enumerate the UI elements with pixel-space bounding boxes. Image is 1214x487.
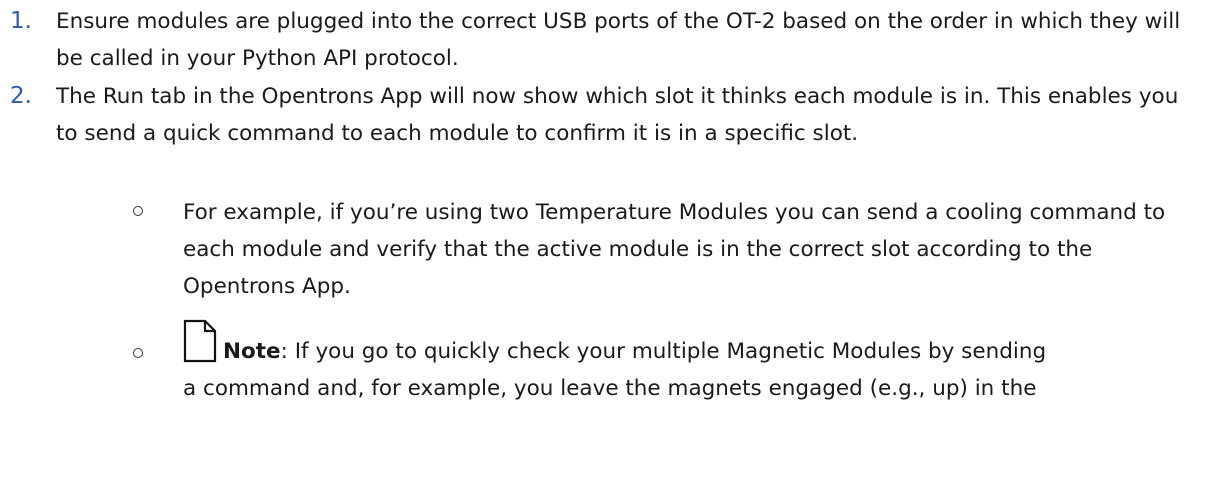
list-number: 2.	[10, 83, 32, 109]
sub-list-item-text: For example, if you’re using two Tempera…	[183, 200, 1166, 299]
hollow-bullet-icon	[133, 348, 143, 358]
note-document-icon	[183, 319, 217, 363]
list-item-text: The Run tab in the Opentrons App will no…	[56, 84, 1179, 146]
sub-list-item-example: For example, if you’re using two Tempera…	[133, 194, 1203, 305]
note-text: : If you go to quickly check your multip…	[280, 339, 1047, 364]
note-first-line: Note: If you go to quickly check your mu…	[223, 333, 1203, 370]
hollow-bullet-icon	[133, 206, 143, 216]
list-number: 1.	[10, 8, 32, 34]
list-item-1: 1. Ensure modules are plugged into the c…	[10, 3, 1214, 77]
note-second-line: a command and, for example, you leave th…	[183, 376, 1037, 401]
sub-list-item-note: Note: If you go to quickly check your mu…	[133, 319, 1203, 407]
document-page: 1. Ensure modules are plugged into the c…	[0, 0, 1214, 487]
list-item-2: 2. The Run tab in the Opentrons App will…	[10, 78, 1214, 152]
note-label: Note	[223, 339, 281, 364]
list-item-text: Ensure modules are plugged into the corr…	[56, 9, 1181, 71]
